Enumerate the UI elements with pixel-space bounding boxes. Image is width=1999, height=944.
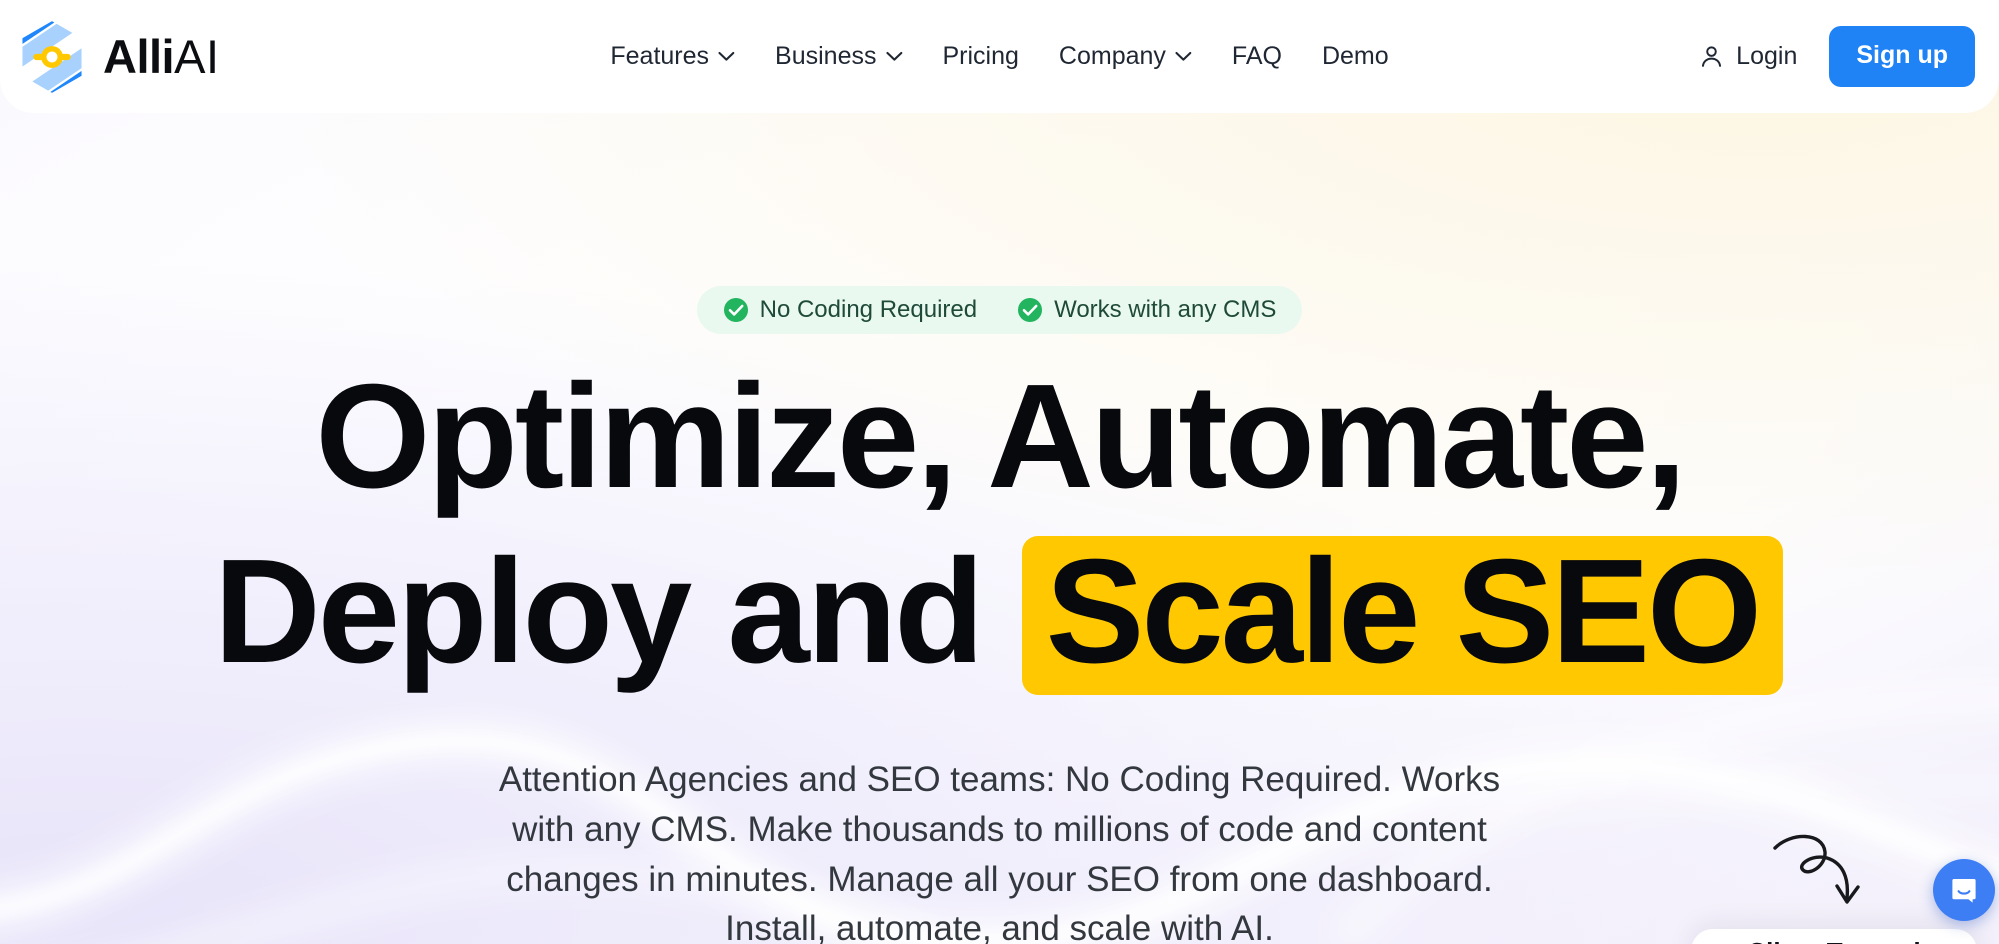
brand-wordmark: AlliAI (103, 33, 220, 80)
hero-title-highlight: Scale SEO (1021, 535, 1784, 695)
nav-item-label: FAQ (1231, 42, 1282, 70)
nav-item-label: Business (775, 42, 877, 70)
brand-name-strong: Alli (103, 30, 175, 83)
nav-item-company[interactable]: Company (1039, 44, 1212, 69)
page-title: Optimize, Automate, Deploy and Scale SEO (214, 350, 1785, 699)
chat-launcher-button[interactable] (1933, 859, 1995, 921)
hero-title-line-2: Deploy and Scale SEO (214, 525, 1785, 700)
main-navigation: Features Business Pricing Company FAQ De… (590, 44, 1408, 69)
hero-subtitle: Attention Agencies and SEO teams: No Cod… (498, 760, 1501, 944)
check-circle-icon (1018, 298, 1043, 322)
badge-no-coding-required: No Coding Required (723, 297, 977, 323)
hero-title-prefix: Deploy and (213, 528, 985, 694)
header-actions: Login Sign up (1699, 26, 1975, 87)
hero-badge-pill: No Coding Required Works with any CMS (696, 286, 1303, 334)
hero-title-line-1: Optimize, Automate, (315, 354, 1686, 519)
nav-item-pricing[interactable]: Pricing (923, 44, 1039, 69)
hero-section: No Coding Required Works with any CMS Op… (0, 113, 1999, 944)
site-header: AlliAI Features Business Pricing Company… (0, 0, 1999, 113)
nav-item-demo[interactable]: Demo (1302, 44, 1409, 69)
login-label: Login (1736, 42, 1798, 70)
trust-card: Client Trusted (1691, 929, 1977, 944)
brand-logo[interactable]: AlliAI (13, 0, 220, 113)
nav-item-label: Pricing (942, 42, 1019, 70)
badge-label: No Coding Required (759, 296, 978, 323)
alliai-hexagon-logo-icon (22, 20, 82, 93)
nav-item-features[interactable]: Features (590, 44, 755, 69)
chevron-down-icon (886, 51, 902, 61)
badge-works-with-any-cms: Works with any CMS (1017, 297, 1276, 323)
chevron-down-icon (1175, 51, 1192, 61)
login-link[interactable]: Login (1699, 42, 1797, 71)
page-root: AlliAI Features Business Pricing Company… (0, 0, 1999, 944)
user-icon (1702, 46, 1722, 67)
chevron-down-icon (718, 51, 735, 61)
nav-item-label: Demo (1321, 42, 1389, 70)
nav-item-business[interactable]: Business (755, 44, 922, 69)
chat-bubble-icon (1952, 879, 1976, 903)
nav-item-faq[interactable]: FAQ (1212, 44, 1302, 69)
trust-card-label: Client Trusted (1691, 938, 1977, 944)
nav-item-label: Features (610, 42, 710, 70)
check-circle-icon (723, 298, 748, 322)
brand-name-light: AI (174, 30, 220, 83)
sign-up-button[interactable]: Sign up (1829, 26, 1975, 87)
badge-label: Works with any CMS (1054, 296, 1277, 323)
nav-item-label: Company (1058, 42, 1166, 70)
